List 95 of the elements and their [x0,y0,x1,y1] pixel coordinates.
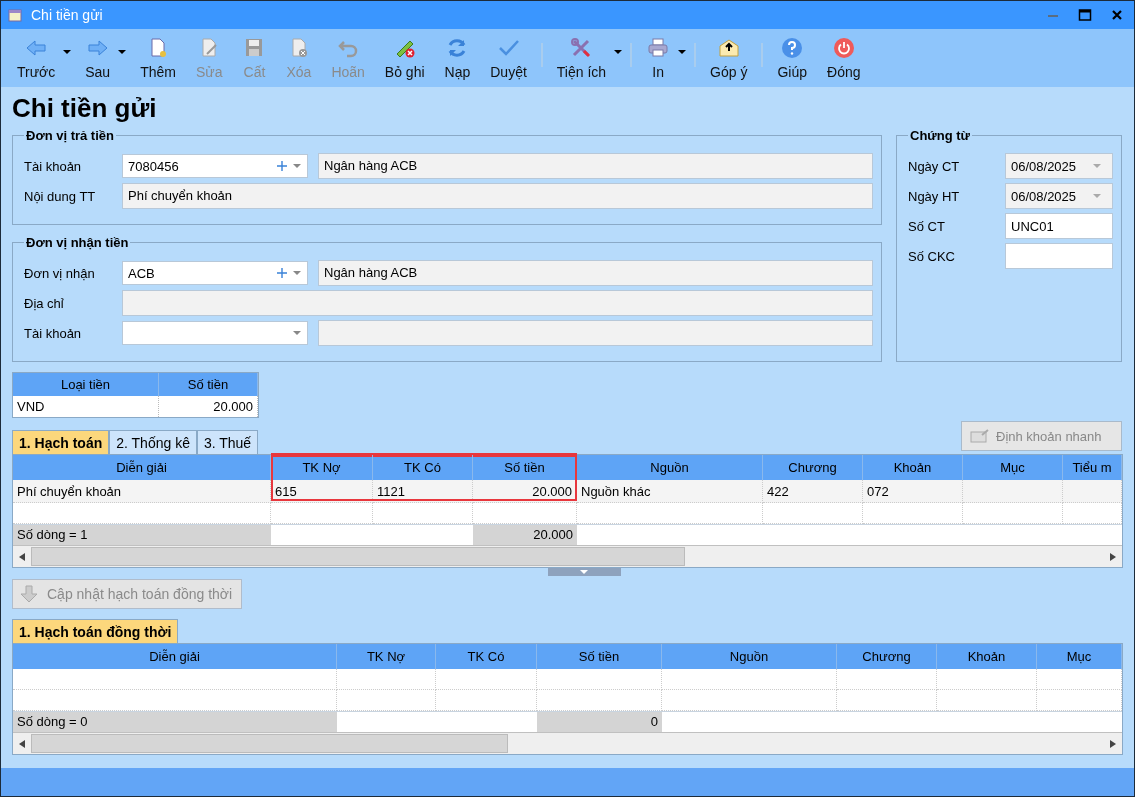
column-header: Mục [963,455,1063,480]
dropdown-caret-icon [63,50,72,54]
column-header: Số tiền [537,644,662,669]
toolbar-button[interactable]: Tiện ích [546,29,627,87]
text-field[interactable] [1005,243,1113,269]
field-label: Ngày HT [908,188,961,204]
table-cell: VND [13,396,159,417]
column-header: TK Nợ [271,455,373,480]
total-cell: 0 [537,712,662,732]
down-arrow-icon [19,584,39,604]
text-field[interactable] [122,290,873,316]
column-header: TK Có [436,644,537,669]
table-cell: 422 [763,480,863,503]
column-header: TK Có [373,455,473,480]
tab[interactable]: 2. Thống kê [109,430,197,454]
dropdown-caret-icon [678,50,687,54]
column-header: Chương [763,455,863,480]
field-label: Đơn vị nhận [24,265,96,281]
row-count: Số dòng = 0 [13,712,337,732]
column-header: Nguồn [577,455,763,480]
toolbar-button[interactable]: Trước [7,29,76,87]
table-cell: 1121 [373,480,473,503]
column-header: TK Nợ [337,644,436,669]
table-cell: 615 [271,480,373,503]
table-cell: 072 [863,480,963,503]
splitter-handle[interactable] [547,568,621,576]
page-heading: Chi tiền gửi [12,93,158,124]
toolbar-button[interactable]: Nạp [434,29,481,87]
horizontal-scrollbar[interactable] [13,732,1122,754]
toolbar-button[interactable]: Duyệt [480,29,537,87]
dropdown-caret-icon[interactable] [293,271,301,275]
column-header: Diễn giải [13,644,337,669]
help-icon [780,36,805,60]
window-title: Chi tiền gửi [31,7,103,23]
column-header: Số tiền [473,455,577,480]
group-title: Chứng từ [909,128,971,143]
column-header: Loại tiền [13,373,159,396]
power-icon [831,36,856,60]
field-label: Số CT [908,218,946,234]
maximize-icon[interactable] [1078,8,1092,22]
name-field[interactable]: Ngân hàng ACB [318,260,873,286]
card-icon [970,429,990,443]
combo-box[interactable]: ACB [122,261,308,285]
toolbar-button[interactable]: Đóng [817,29,871,87]
column-header: Khoản [863,455,963,480]
dropdown-caret-icon[interactable] [293,331,301,335]
field-label: Số CKC [908,248,956,264]
table-cell: 20.000 [159,396,258,417]
dropdown-caret-icon[interactable] [1093,194,1101,198]
field-label: Tài khoản [24,158,83,174]
table-cell: Nguồn khác [577,480,763,503]
dropdown-caret-icon[interactable] [293,164,301,168]
text-field[interactable]: Phí chuyển khoản [122,183,873,209]
column-header: Số tiền [159,373,258,396]
column-header: Nguồn [662,644,837,669]
close-icon[interactable] [1110,8,1124,22]
field-label: Ngày CT [908,158,961,174]
column-header: Diễn giải [13,455,271,480]
printer-icon [646,36,671,60]
toolbar-button[interactable]: Bỏ ghi [374,29,435,87]
name-field[interactable]: Ngân hàng ACB [318,153,873,179]
table-cell: Phí chuyển khoản [13,480,271,503]
add-icon[interactable] [277,268,287,278]
field-label: Tài khoản [24,325,83,341]
column-header: Khoản [937,644,1037,669]
name-field[interactable] [318,320,873,346]
group-title: Đơn vị nhận tiền [25,235,130,250]
row-count: Số dòng = 1 [13,525,271,545]
toolbar-button[interactable]: In [636,29,691,87]
toolbar-button[interactable]: Góp ý [700,29,758,87]
combo-box[interactable]: 7080456 [122,154,308,178]
tab[interactable]: 1. Hạch toán [12,430,110,454]
column-header: Mục [1037,644,1122,669]
date-field[interactable]: 06/08/2025 [1005,183,1113,209]
toolbar-button[interactable]: Thêm [130,29,186,87]
horizontal-scrollbar[interactable] [13,545,1122,567]
dropdown-caret-icon[interactable] [1093,164,1101,168]
empty-cell [1063,503,1122,524]
dropdown-caret-icon [614,50,623,54]
tab[interactable]: 3. Thuế [196,430,259,454]
column-header: Chương [837,644,937,669]
tab[interactable]: 1. Hạch toán đồng thời [12,619,179,643]
field-label: Nội dung TT [24,188,97,204]
column-header: Tiểu m [1063,455,1122,480]
add-icon[interactable] [277,161,287,171]
toolbar-button[interactable]: Sau [75,29,131,87]
table-cell: 20.000 [473,480,577,503]
field-label: Địa chỉ [24,295,65,311]
calendar-icon [7,7,23,23]
dropdown-caret-icon [118,50,127,54]
total-cell: 20.000 [473,525,577,545]
group-title: Đơn vị trả tiền [25,128,115,143]
toolbar-button[interactable]: Giúp [767,29,818,87]
text-field[interactable]: UNC01 [1005,213,1113,239]
date-field[interactable]: 06/08/2025 [1005,153,1113,179]
